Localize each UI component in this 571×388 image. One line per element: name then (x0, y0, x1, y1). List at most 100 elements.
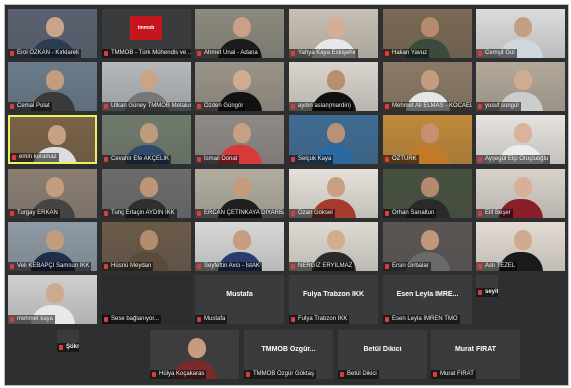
participant-name-label: Betül Dikici (338, 370, 379, 379)
participant-name: TMMOB - Türk Mühendis ve ... (111, 50, 191, 56)
muted-mic-icon (104, 51, 108, 56)
participant-tile[interactable]: Utkan Güney TMMOB Metalur... (102, 62, 191, 111)
participant-name-label: Fulya Trabzon İKK (289, 315, 350, 324)
muted-mic-icon (340, 372, 344, 377)
participant-tile[interactable]: yusuf songül (476, 62, 565, 111)
participant-tile[interactable]: Yahya Kaya Eskişehir (289, 9, 378, 58)
participant-name-label: Utkan Güney TMMOB Metalur... (102, 102, 191, 111)
participant-tile[interactable]: Özden Güngör (195, 62, 284, 111)
participant-name: Ersin Girbalar (392, 263, 429, 269)
participant-tile[interactable]: Fulya Trabzon İKK Fulya Trabzon İKK (289, 275, 378, 324)
participant-tile[interactable]: Hakan Yavuz (383, 9, 472, 58)
participant-tile[interactable]: Turgay ERKAN (8, 169, 97, 218)
participant-name-label: mehmet kaya (8, 315, 56, 324)
muted-mic-icon (104, 317, 108, 322)
participant-name: Erol ÖZKAN - Kırklareli (17, 50, 79, 56)
participant-tile[interactable]: Sese bağlanıyor... (102, 275, 191, 324)
participant-tile[interactable]: Tunç Erlaçin AYDIN İKK (102, 169, 191, 218)
participant-name-label: seyit ali korkmaz (476, 288, 498, 297)
participant-name: Yahya Kaya Eskişehir (298, 50, 356, 56)
participant-name: NERGİZ ERYILMAZ (298, 263, 353, 269)
participant-tile[interactable]: Mehmet Ali ELMAS - KOCAELİ (383, 62, 472, 111)
participant-name: Murat FIRAT (440, 371, 474, 377)
participant-name-label: Ahmet Ünal - Adana (195, 49, 260, 58)
participant-name: Cemal Polat (17, 103, 50, 109)
muted-mic-icon (291, 51, 295, 56)
participant-name-label: Ayşegül Elçi Oruçluoğlu (476, 155, 551, 164)
muted-mic-icon (104, 211, 108, 216)
muted-mic-icon (10, 317, 14, 322)
participant-tile[interactable]: Ahmet Ünal - Adana (195, 9, 284, 58)
participant-tile[interactable]: ÖZTÜRK (383, 115, 472, 164)
video-grid: Erol ÖZKAN - Kırklareli tmmob TMMOB - Türk… (4, 4, 569, 386)
muted-mic-icon (385, 157, 389, 162)
participant-tile[interactable]: emin koramaz (8, 115, 97, 164)
participant-tile[interactable]: Cemşit Gül (476, 9, 565, 58)
muted-mic-icon (291, 157, 295, 162)
participant-tile[interactable]: Sseyit ali korkmaz (476, 275, 498, 297)
participant-tile[interactable]: Veli KEBAPÇI Samsun İKK (8, 222, 97, 271)
participant-tile[interactable]: Selçuk Kaya (289, 115, 378, 164)
participant-name: Hüsnü Meydan (111, 263, 152, 269)
participant-display-name: Mustafa (226, 291, 253, 298)
participant-name-label: Murat FIRAT (431, 370, 476, 379)
participant-tile[interactable]: Elif Beşer (476, 169, 565, 218)
participant-tile[interactable]: Murat FIRAT Murat FIRAT (431, 330, 520, 379)
participant-name-label: Esen Leyla İMREN TMO (383, 315, 460, 324)
participant-tile[interactable]: Ayşegül Elçi Oruçluoğlu (476, 115, 565, 164)
participant-tile[interactable]: tmmob TMMOB - Türk Mühendis ve ... (102, 9, 191, 58)
participant-tile[interactable]: Cevahir Efe AKÇELİK (102, 115, 191, 164)
participant-name: emin koramaz (19, 154, 57, 160)
participant-tile[interactable]: Ersin Girbalar (383, 222, 472, 271)
participant-tile[interactable]: TMMOB Özgür... TMMOB Özgür Göktaş (244, 330, 333, 379)
participant-tile[interactable]: Hülya Koçakaras (150, 330, 239, 379)
participant-tile[interactable]: Aslı TEZEL (476, 222, 565, 271)
participant-tile[interactable]: Betül Dikici Betül Dikici (338, 330, 427, 379)
participant-name: İsmail Donat (204, 156, 238, 162)
participant-name: aydın aslan(mardin) (298, 103, 352, 109)
participant-name: Fulya Trabzon İKK (298, 316, 348, 322)
participant-tile[interactable]: Hüsnü Meydan (102, 222, 191, 271)
participant-name: yusuf songül (485, 103, 519, 109)
participant-name: Seyfettin Avcı - İstAK (204, 263, 260, 269)
participant-name-label: Elif Beşer (476, 209, 513, 218)
participant-name: Sese bağlanıyor... (111, 316, 160, 322)
participant-name: Şükrü Akçadağ (66, 344, 79, 350)
participant-name-label: Turgay ERKAN (8, 209, 60, 218)
participant-tile[interactable]: aydın aslan(mardin) (289, 62, 378, 111)
muted-mic-icon (291, 264, 295, 269)
participant-name-label: TMMOB - Türk Mühendis ve ... (102, 49, 191, 58)
muted-mic-icon (291, 317, 295, 322)
muted-mic-icon (478, 104, 482, 109)
participant-tile[interactable]: Esen Leyla İMRE... Esen Leyla İMREN TMO (383, 275, 472, 324)
participant-tile[interactable]: Orhan Sarıaltun (383, 169, 472, 218)
participant-name-label: Tunç Erlaçin AYDIN İKK (102, 209, 177, 218)
participant-name-label: Mehmet Ali ELMAS - KOCAELİ (383, 102, 472, 111)
muted-mic-icon (197, 264, 201, 269)
muted-mic-icon (59, 345, 63, 350)
participant-tile[interactable]: Ozan Göksel (289, 169, 378, 218)
participant-name-label: Hülya Koçakaras (150, 370, 207, 379)
participant-display-name: Murat FIRAT (454, 346, 497, 353)
muted-mic-icon (197, 157, 201, 162)
muted-mic-icon (478, 211, 482, 216)
participant-tile[interactable]: Cemal Polat (8, 62, 97, 111)
participant-name-label: TMMOB Özgür Göktaş (244, 370, 317, 379)
muted-mic-icon (10, 104, 14, 109)
participant-tile[interactable]: Seyfettin Avcı - İstAK (195, 222, 284, 271)
muted-mic-icon (197, 51, 201, 56)
participant-tile[interactable]: ERCAN ÇETİNKAYA DİYARBAKIR (195, 169, 284, 218)
participant-tile[interactable]: Mustafa Mustafa (195, 275, 284, 324)
muted-mic-icon (385, 264, 389, 269)
participant-tile[interactable]: mehmet kaya (8, 275, 97, 324)
participant-tile[interactable]: İsmail Donat (195, 115, 284, 164)
participant-tile[interactable]: Erol ÖZKAN - Kırklareli (8, 9, 97, 58)
muted-mic-icon (478, 290, 482, 295)
participant-name-label: Sese bağlanıyor... (102, 315, 162, 324)
muted-mic-icon (478, 264, 482, 269)
participant-name-label: Hakan Yavuz (383, 49, 430, 58)
participant-tile[interactable]: NERGİZ ERYILMAZ (289, 222, 378, 271)
participant-tile[interactable]: ŞŞükrü Akçadağ (57, 330, 79, 352)
tmmob-logo-icon: tmmob (130, 16, 162, 40)
muted-mic-icon (104, 157, 108, 162)
